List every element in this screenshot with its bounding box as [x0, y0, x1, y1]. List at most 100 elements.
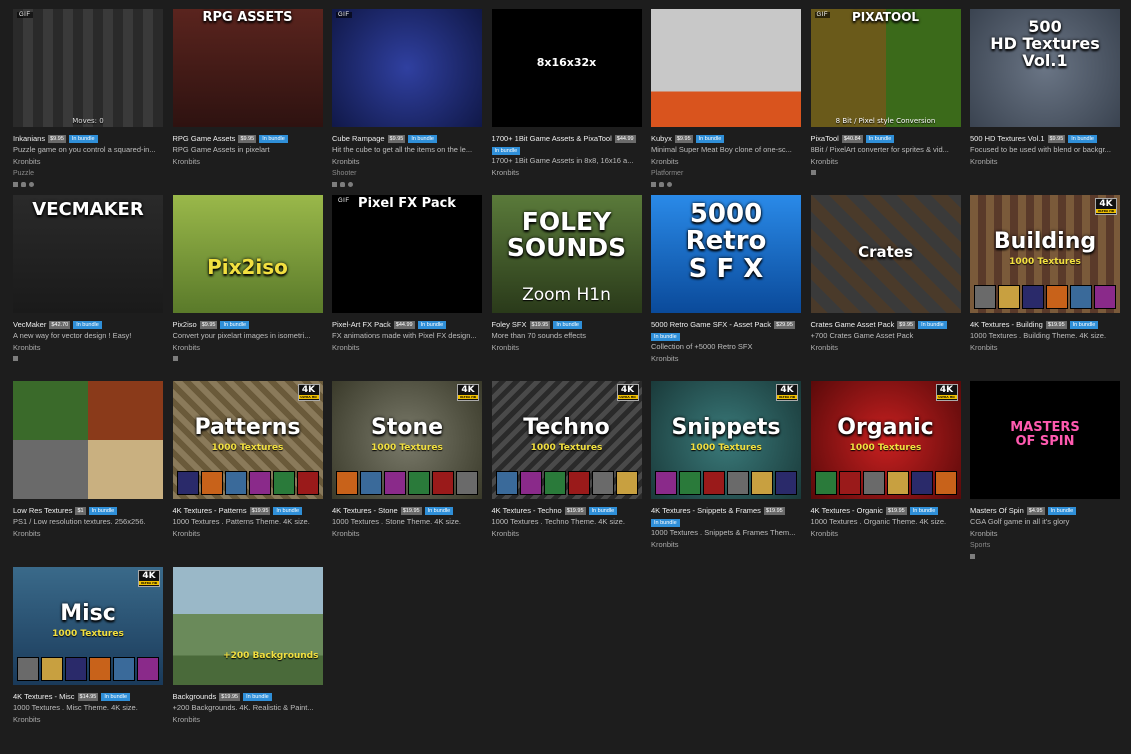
product-card-backgrounds[interactable]: +200 Backgrounds Backgrounds $19.95 In bund…: [172, 567, 323, 727]
product-title[interactable]: 4K Textures - Snippets & Frames: [651, 505, 761, 516]
product-thumbnail[interactable]: Snippets 1000 Textures 4K ULTRA HD: [651, 381, 801, 499]
product-card-kubyx[interactable]: Kubyx $9.95 In bundle Minimal Super Meat Bo…: [651, 9, 801, 195]
product-card-cube-rampage[interactable]: GIF Cube Rampage $9.95 In bundle Hit the cub…: [332, 9, 482, 195]
author-link[interactable]: Kronbits: [492, 342, 642, 354]
author-link[interactable]: Kronbits: [13, 528, 163, 540]
product-title[interactable]: Pixel-Art FX Pack: [332, 319, 391, 330]
author-link[interactable]: Kronbits: [13, 714, 163, 726]
author-link[interactable]: Kronbits: [492, 528, 642, 540]
product-thumbnail[interactable]: Patterns 1000 Textures 4K ULTRA HD: [172, 381, 323, 499]
product-thumbnail[interactable]: Pix2iso: [172, 195, 323, 313]
product-thumbnail[interactable]: Misc 1000 Textures 4K ULTRA HD: [13, 567, 163, 685]
product-card-rpg-game-assets[interactable]: RPG ASSETS RPG Game Assets $9.95 In bundle R…: [172, 9, 323, 195]
product-card-500-hd-textures[interactable]: 500 HD Textures Vol.1 500 HD Textures Vol…: [970, 9, 1120, 195]
product-card-4k-snippets[interactable]: Snippets 1000 Textures 4K ULTRA HD 4K Textur…: [651, 381, 801, 567]
author-link[interactable]: Kronbits: [173, 528, 323, 540]
author-link[interactable]: Kronbits: [970, 342, 1120, 354]
product-card-pixel-art-fx-pack[interactable]: Pixel FX Pack GIF Pixel-Art FX Pack $44.99 I…: [332, 195, 482, 381]
product-title[interactable]: Foley SFX: [492, 319, 527, 330]
product-thumbnail[interactable]: [651, 9, 801, 127]
product-card-1bit-game-assets[interactable]: 8x16x32x 1700+ 1Bit Game Assets & PixaToo…: [491, 9, 642, 195]
product-thumbnail[interactable]: MASTERS OF SPIN: [970, 381, 1120, 499]
author-link[interactable]: Kronbits: [651, 539, 801, 551]
product-title[interactable]: RPG Game Assets: [173, 133, 236, 144]
product-card-inkanians[interactable]: Moves: 0 GIF Inkanians $9.95 In bundle Puzzle…: [13, 9, 163, 195]
product-title[interactable]: 5000 Retro Game SFX - Asset Pack: [651, 319, 771, 330]
author-link[interactable]: Kronbits: [970, 528, 1120, 540]
product-title[interactable]: 500 HD Textures Vol.1: [970, 133, 1045, 144]
product-card-pix2iso[interactable]: Pix2iso Pix2iso $9.95 In bundle Convert your…: [172, 195, 323, 381]
product-card-4k-building[interactable]: Building 1000 Textures 4K ULTRA HD 4K Textur…: [970, 195, 1120, 381]
author-link[interactable]: Kronbits: [13, 342, 163, 354]
product-title[interactable]: Inkanians: [13, 133, 45, 144]
product-thumbnail[interactable]: Organic 1000 Textures 4K ULTRA HD: [810, 381, 961, 499]
product-meta: Foley SFX $19.95 In bundle More than 70 sou…: [492, 313, 642, 354]
product-card-pixatool[interactable]: PIXATOOL 8 Bit / Pixel style Conversion GI…: [810, 9, 961, 195]
author-link[interactable]: Kronbits: [811, 342, 961, 354]
product-thumbnail[interactable]: Stone 1000 Textures 4K ULTRA HD: [332, 381, 482, 499]
price-badge: $19.95: [249, 506, 271, 515]
product-thumbnail[interactable]: Moves: 0 GIF: [13, 9, 163, 127]
product-title[interactable]: VecMaker: [13, 319, 46, 330]
product-card-masters-of-spin[interactable]: MASTERS OF SPIN Masters Of Spin $4.95 In bu…: [970, 381, 1120, 567]
author-link[interactable]: Kronbits: [811, 528, 961, 540]
product-thumbnail[interactable]: RPG ASSETS: [172, 9, 323, 127]
author-link[interactable]: Kronbits: [173, 714, 323, 726]
product-title[interactable]: 4K Textures - Stone: [332, 505, 398, 516]
product-thumbnail[interactable]: GIF: [332, 9, 482, 127]
author-link[interactable]: Kronbits: [651, 156, 801, 168]
4k-ultra-hd-badge: 4K ULTRA HD: [457, 384, 479, 401]
product-thumbnail[interactable]: Pixel FX Pack GIF: [332, 195, 482, 313]
product-thumbnail[interactable]: Techno 1000 Textures 4K ULTRA HD: [491, 381, 642, 499]
product-card-4k-organic[interactable]: Organic 1000 Textures 4K ULTRA HD 4K Texture…: [810, 381, 961, 567]
author-link[interactable]: Kronbits: [332, 156, 482, 168]
product-thumbnail[interactable]: 5000 Retro S F X: [651, 195, 801, 313]
product-thumbnail[interactable]: [13, 381, 163, 499]
product-card-4k-patterns[interactable]: Patterns 1000 Textures 4K ULTRA HD 4K Textur…: [172, 381, 323, 567]
texture-swatch: [886, 471, 909, 495]
price-badge: $9.95: [48, 134, 66, 143]
author-link[interactable]: Kronbits: [811, 156, 961, 168]
in-bundle-badge: In bundle: [909, 506, 939, 515]
product-title[interactable]: Crates Game Asset Pack: [811, 319, 895, 330]
product-card-4k-techno[interactable]: Techno 1000 Textures 4K ULTRA HD 4K Textures…: [491, 381, 642, 567]
product-title[interactable]: Pix2iso: [173, 319, 197, 330]
product-title[interactable]: Cube Rampage: [332, 133, 385, 144]
product-title[interactable]: 4K Textures - Misc: [13, 691, 75, 702]
product-card-4k-misc[interactable]: Misc 1000 Textures 4K ULTRA HD 4K Textures -…: [13, 567, 163, 727]
product-thumbnail[interactable]: 8x16x32x: [491, 9, 642, 127]
author-link[interactable]: Kronbits: [332, 528, 482, 540]
product-thumbnail[interactable]: VECMAKER: [13, 195, 163, 313]
product-card-5000-retro-sfx[interactable]: 5000 Retro S F X 5000 Retro Game SFX - As…: [651, 195, 801, 381]
product-thumbnail[interactable]: 500 HD Textures Vol.1: [970, 9, 1120, 127]
product-card-crates-asset-pack[interactable]: Crates Crates Game Asset Pack $9.95 In bund…: [810, 195, 961, 381]
author-link[interactable]: Kronbits: [970, 156, 1120, 168]
author-link[interactable]: Kronbits: [492, 167, 642, 179]
product-title[interactable]: Low Res Textures: [13, 505, 72, 516]
author-link[interactable]: Kronbits: [173, 156, 323, 168]
author-link[interactable]: Kronbits: [651, 353, 801, 365]
product-card-4k-stone[interactable]: Stone 1000 Textures 4K ULTRA HD 4K Textures …: [332, 381, 482, 567]
product-thumbnail[interactable]: PIXATOOL 8 Bit / Pixel style Conversion GI…: [810, 9, 961, 127]
product-card-foley-sfx[interactable]: FOLEY SOUNDS Zoom H1n Foley SFX $19.95 In bu…: [491, 195, 642, 381]
product-thumbnail[interactable]: Building 1000 Textures 4K ULTRA HD: [970, 195, 1120, 313]
product-title[interactable]: Kubyx: [651, 133, 672, 144]
product-card-low-res-textures[interactable]: Low Res Textures $1 In bundle PS1 / Low res…: [13, 381, 163, 567]
author-link[interactable]: Kronbits: [332, 342, 482, 354]
author-link[interactable]: Kronbits: [173, 342, 323, 354]
texture-swatch: [1094, 285, 1116, 309]
product-title[interactable]: 4K Textures - Techno: [492, 505, 562, 516]
product-title[interactable]: Backgrounds: [173, 691, 217, 702]
product-title[interactable]: Masters Of Spin: [970, 505, 1024, 516]
product-title[interactable]: 4K Textures - Patterns: [173, 505, 247, 516]
author-link[interactable]: Kronbits: [13, 156, 163, 168]
product-thumbnail[interactable]: +200 Backgrounds: [172, 567, 323, 685]
product-card-vecmaker[interactable]: VECMAKER VecMaker $42.70 In bundle A new way…: [13, 195, 163, 381]
product-title[interactable]: 1700+ 1Bit Game Assets & PixaTool: [492, 133, 612, 144]
product-title[interactable]: 4K Textures - Building: [970, 319, 1043, 330]
product-title[interactable]: 4K Textures - Organic: [811, 505, 883, 516]
thumbnail-title: Pix2iso: [207, 255, 288, 279]
product-thumbnail[interactable]: Crates: [810, 195, 961, 313]
product-title[interactable]: PixaTool: [811, 133, 839, 144]
product-thumbnail[interactable]: FOLEY SOUNDS Zoom H1n: [491, 195, 642, 313]
